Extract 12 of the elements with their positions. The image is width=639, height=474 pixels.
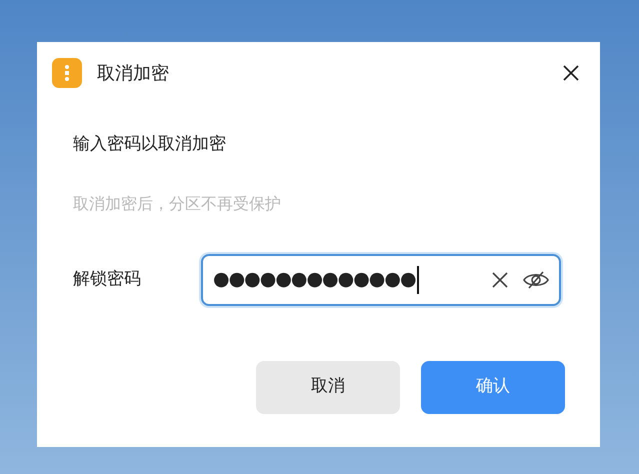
clear-icon[interactable] [491,270,509,288]
password-value: ●●●●●●●●●●●●● [213,267,416,292]
text-cursor [416,266,419,294]
cancel-button[interactable]: 取消 [256,360,400,414]
close-icon [562,64,580,82]
hidden-eye-icon[interactable] [523,270,549,288]
dialog-heading: 输入密码以取消加密 [73,133,227,156]
dialog-title: 取消加密 [97,62,169,86]
password-label: 解锁密码 [73,268,142,291]
password-field[interactable]: ●●●●●●●●●●●●● [201,254,561,306]
hint-text: 取消加密后，分区不再受保护 [73,192,282,214]
app-icon [52,58,82,88]
